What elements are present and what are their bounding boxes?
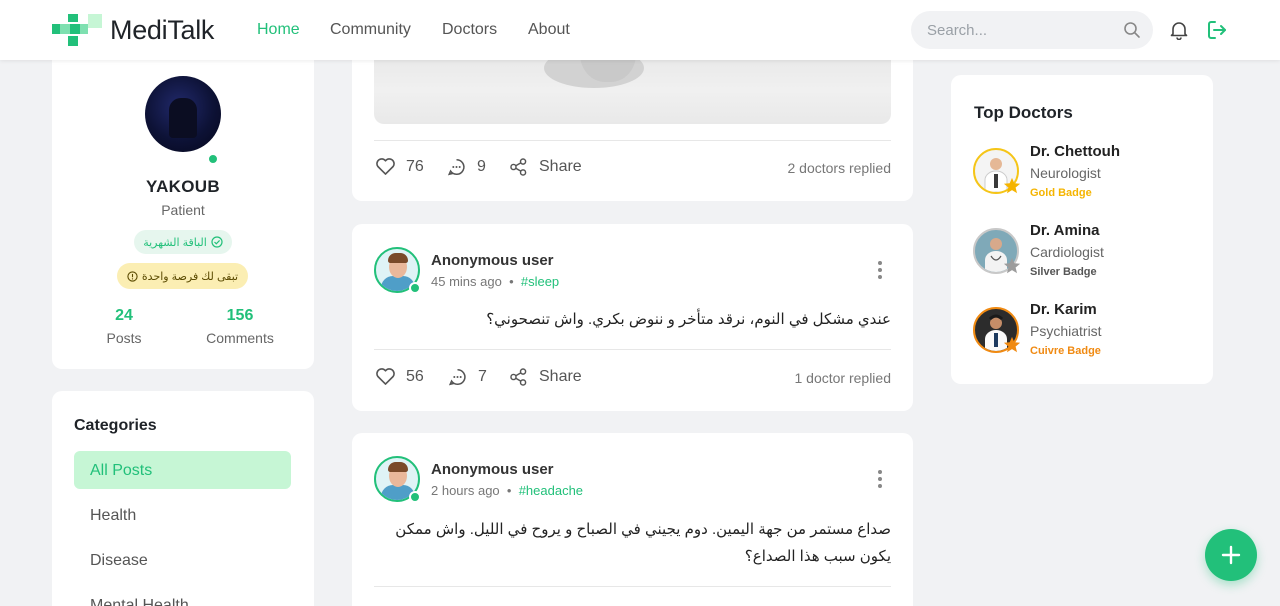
doctor-badge: Silver Badge bbox=[1030, 266, 1097, 278]
posts-count: 24 bbox=[115, 307, 133, 324]
post-author[interactable]: Anonymous user bbox=[431, 461, 554, 478]
gold-star-icon bbox=[1003, 177, 1021, 194]
share-button[interactable]: Share bbox=[508, 157, 582, 177]
doctor-name[interactable]: Dr. Karim bbox=[1030, 301, 1097, 318]
doctors-replied-count: 2 doctors replied bbox=[787, 160, 891, 176]
post-text: عندي مشكل في النوم، نرقد متأخر و ننوض بك… bbox=[486, 311, 891, 328]
heart-icon bbox=[376, 158, 395, 175]
profile-name: YAKOUB bbox=[146, 177, 220, 196]
logo[interactable]: MediTalk bbox=[52, 14, 214, 46]
like-count: 56 bbox=[406, 367, 424, 385]
post-meta: 2 hours ago • #headache bbox=[431, 483, 583, 498]
top-doctors-title: Top Doctors bbox=[974, 103, 1073, 122]
comment-icon bbox=[448, 368, 466, 386]
post-card: Anonymous user 45 mins ago • #sleep عندي… bbox=[352, 224, 913, 411]
categories-card: Categories All Posts Health Disease Ment… bbox=[52, 391, 314, 606]
post-tag[interactable]: #headache bbox=[519, 483, 583, 498]
like-button[interactable]: 76 bbox=[375, 157, 424, 176]
comment-icon bbox=[447, 158, 465, 176]
comment-button[interactable]: 9 bbox=[446, 157, 486, 177]
online-status-dot bbox=[409, 491, 421, 503]
doctor-specialty: Cardiologist bbox=[1030, 244, 1104, 260]
heart-icon bbox=[376, 368, 395, 385]
categories-title: Categories bbox=[74, 417, 157, 434]
category-mental-health[interactable]: Mental Health bbox=[74, 586, 291, 606]
post-author[interactable]: Anonymous user bbox=[431, 252, 554, 269]
remaining-badge-label: تبقى لك فرصة واحدة bbox=[141, 270, 239, 283]
search-icon[interactable] bbox=[1123, 21, 1141, 39]
category-health[interactable]: Health bbox=[74, 496, 291, 534]
post-time: 45 mins ago bbox=[431, 274, 502, 289]
post-text: صداع مستمر من جهة اليمين. دوم يجيني في ا… bbox=[395, 521, 891, 565]
doctor-name[interactable]: Dr. Chettouh bbox=[1030, 143, 1120, 160]
share-button[interactable]: Share bbox=[508, 367, 582, 387]
bell-icon[interactable] bbox=[1169, 20, 1189, 40]
nav-community[interactable]: Community bbox=[330, 21, 411, 39]
logout-icon[interactable] bbox=[1206, 19, 1228, 41]
profile-role: Patient bbox=[161, 202, 205, 218]
online-status-dot bbox=[207, 153, 219, 165]
new-post-button[interactable] bbox=[1205, 529, 1257, 581]
remaining-badge: تبقى لك فرصة واحدة bbox=[117, 263, 248, 289]
top-doctors-card: Top Doctors Dr. Chettouh Neurologist Gol… bbox=[951, 75, 1213, 384]
warning-icon bbox=[127, 270, 138, 282]
plan-badge: الباقة الشهرية bbox=[134, 230, 232, 254]
copper-star-icon bbox=[1003, 336, 1021, 353]
dot-separator: • bbox=[505, 274, 521, 289]
posts-label: Posts bbox=[106, 330, 142, 346]
like-count: 76 bbox=[406, 157, 424, 175]
comments-count: 156 bbox=[226, 307, 254, 324]
comment-count: 9 bbox=[477, 158, 486, 175]
dot-separator: • bbox=[503, 483, 519, 498]
post-card: 76 9 Share 2 doctors replied bbox=[352, 40, 913, 201]
category-all-posts[interactable]: All Posts bbox=[74, 451, 291, 489]
post-card: Anonymous user 2 hours ago • #headache ص… bbox=[352, 433, 913, 606]
nav-home[interactable]: Home bbox=[257, 21, 300, 39]
share-icon bbox=[510, 368, 527, 386]
divider bbox=[374, 140, 891, 141]
plan-badge-label: الباقة الشهرية bbox=[143, 236, 207, 249]
post-menu-icon[interactable] bbox=[878, 261, 882, 282]
check-circle-icon bbox=[211, 236, 223, 248]
category-disease[interactable]: Disease bbox=[74, 541, 291, 579]
post-menu-icon[interactable] bbox=[878, 470, 882, 491]
silver-star-icon bbox=[1003, 257, 1021, 274]
doctor-name[interactable]: Dr. Amina bbox=[1030, 222, 1099, 239]
doctor-specialty: Neurologist bbox=[1030, 165, 1101, 181]
comments-label: Comments bbox=[206, 330, 274, 346]
like-button[interactable]: 56 bbox=[375, 367, 424, 386]
doctors-replied-count: 1 doctor replied bbox=[794, 370, 891, 386]
search-input[interactable]: Search... bbox=[911, 11, 1153, 49]
plus-icon bbox=[1221, 545, 1241, 565]
search-placeholder: Search... bbox=[927, 22, 988, 39]
comment-button[interactable]: 7 bbox=[447, 367, 487, 387]
avatar[interactable] bbox=[145, 76, 221, 152]
online-status-dot bbox=[409, 282, 421, 294]
share-label: Share bbox=[539, 158, 582, 175]
share-icon bbox=[510, 158, 527, 176]
post-meta: 45 mins ago • #sleep bbox=[431, 274, 559, 289]
doctor-badge: Cuivre Badge bbox=[1030, 345, 1101, 357]
app-name: MediTalk bbox=[110, 14, 215, 45]
comment-count: 7 bbox=[478, 368, 487, 385]
nav-doctors[interactable]: Doctors bbox=[442, 21, 497, 39]
nav-about[interactable]: About bbox=[528, 21, 570, 39]
profile-card: YAKOUB Patient الباقة الشهرية تبقى لك فر… bbox=[52, 40, 314, 369]
logo-cross-icon bbox=[52, 14, 102, 46]
top-navbar: MediTalk Home Community Doctors About Se… bbox=[0, 0, 1280, 60]
doctor-badge: Gold Badge bbox=[1030, 187, 1092, 199]
share-label: Share bbox=[539, 368, 582, 385]
post-tag[interactable]: #sleep bbox=[521, 274, 559, 289]
divider bbox=[374, 586, 891, 587]
divider bbox=[374, 349, 891, 350]
post-time: 2 hours ago bbox=[431, 483, 500, 498]
doctor-specialty: Psychiatrist bbox=[1030, 323, 1102, 339]
